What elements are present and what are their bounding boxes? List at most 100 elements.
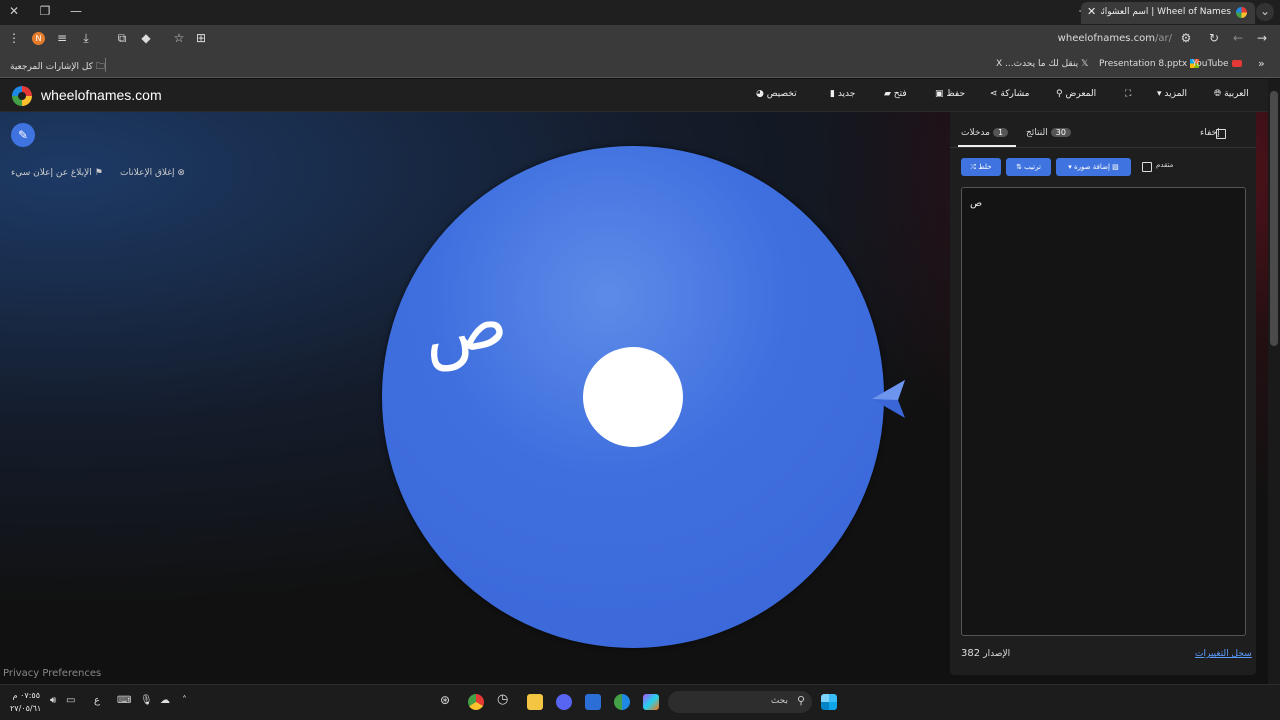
site-name[interactable]: wheelofnames.com: [41, 87, 162, 103]
privacy-preferences-link[interactable]: Privacy Preferences: [3, 668, 101, 679]
reload-icon[interactable]: ↻: [1206, 31, 1222, 45]
edit-pencil-button[interactable]: ✎: [11, 123, 35, 147]
x-logo-icon: 𝕏: [1081, 59, 1089, 69]
shuffle-icon: ⤮: [970, 163, 977, 171]
fullscreen-button[interactable]: ⛶: [1125, 89, 1131, 99]
store-icon[interactable]: [585, 694, 601, 710]
wheel-logo-icon[interactable]: [12, 86, 32, 106]
share-icon: ⋖: [990, 89, 998, 99]
browser-tab[interactable]: Wheel of Names | اسم العشوائي ✕: [1081, 2, 1255, 24]
hide-checkbox[interactable]: [1216, 129, 1226, 139]
save-icon: ▣: [935, 89, 944, 99]
keyboard-icon[interactable]: ⌨: [117, 695, 131, 706]
pencil-icon: ✎: [17, 128, 29, 142]
url-path: /ar/: [1155, 33, 1172, 44]
nav-open[interactable]: ▰ فتح: [884, 89, 907, 99]
url-host: wheelofnames.com: [1057, 33, 1156, 44]
main-area: ✎ إغلاق الإعلانات ⊗ الإبلاغ عن إعلان سيء…: [0, 112, 1268, 684]
tray-chevron-up-icon[interactable]: ˄: [182, 695, 187, 706]
sort-button[interactable]: ⇅ ترتيب: [1006, 158, 1051, 176]
nav-new[interactable]: ▮ جديد: [830, 89, 855, 99]
chevron-down-icon: ▾: [1068, 163, 1072, 171]
taskbar-search[interactable]: بحث ⚲: [668, 691, 812, 713]
add-image-button[interactable]: ▾ إضافة صورة ▨: [1056, 158, 1131, 176]
profile-avatar[interactable]: N: [32, 32, 45, 45]
tab-entries[interactable]: مدخلات 1: [961, 128, 1009, 138]
tab-close-icon[interactable]: ✕: [1087, 5, 1096, 18]
version-label: الإصدار: [983, 649, 1011, 659]
copilot-icon[interactable]: [643, 694, 659, 710]
nav-language[interactable]: 🌐︎ العربية: [1214, 89, 1249, 99]
all-bookmarks-folder[interactable]: كل الإشارات المرجعية 🗀: [10, 59, 105, 75]
download-icon[interactable]: ⤓: [78, 31, 94, 46]
tab-results[interactable]: النتائج 30: [1026, 128, 1071, 138]
window-minimize-icon[interactable]: —: [66, 4, 86, 18]
window-close-icon[interactable]: ✕: [4, 4, 24, 18]
taskbar-clock[interactable]: ٠٧:٥٥ م ٢٧/٠٥/٦١: [10, 689, 42, 715]
bookmark-presentation[interactable]: Presentation 8.pptx: [1099, 59, 1200, 69]
bookmark-youtube[interactable]: YouTube: [1192, 59, 1242, 69]
chrome-taskbar-icon[interactable]: [468, 694, 484, 710]
file-explorer-icon[interactable]: [527, 694, 543, 710]
advanced-label: متقدم: [1156, 161, 1174, 169]
nav-save[interactable]: ▣ حفظ: [935, 89, 965, 99]
nav-gallery[interactable]: ⚲ المعرض: [1056, 89, 1096, 99]
nav-share[interactable]: ⋖ مشاركة: [990, 89, 1029, 99]
clock-date: ٢٧/٠٥/٦١: [10, 704, 42, 713]
clock-app-icon[interactable]: ◷: [497, 692, 508, 707]
advanced-toggle[interactable]: متقدم: [1156, 161, 1173, 169]
forward-icon[interactable]: →: [1254, 31, 1270, 45]
scrollbar-thumb[interactable]: [1270, 91, 1278, 346]
translate-icon[interactable]: ⊞: [193, 31, 209, 45]
nav-customize-label: تخصيص: [766, 89, 797, 99]
close-ads-link[interactable]: إغلاق الإعلانات ⊗: [120, 168, 185, 178]
folder-icon: 🗀: [95, 62, 105, 72]
menu-dots-icon[interactable]: ⋮: [6, 31, 22, 45]
back-icon[interactable]: ←: [1230, 31, 1246, 45]
youtube-icon: [1231, 60, 1242, 67]
start-windows-icon[interactable]: [821, 694, 837, 710]
nav-share-label: مشاركة: [1000, 89, 1030, 99]
nav-customize[interactable]: ◕ تخصيص: [756, 89, 797, 99]
wheel-favicon-icon: [1236, 7, 1247, 18]
spin-wheel[interactable]: ص: [382, 146, 884, 648]
more-bookmarks-icon[interactable]: »: [1258, 57, 1265, 70]
bookmark-star-icon[interactable]: ☆: [171, 31, 187, 45]
nav-more-label: المزيد: [1164, 89, 1188, 99]
bookmarks-divider: [105, 58, 106, 72]
advanced-checkbox[interactable]: [1142, 162, 1152, 172]
entries-text: ص: [970, 198, 983, 209]
address-bar[interactable]: wheelofnames.com/ar/: [1058, 33, 1172, 44]
wheel-center-hub[interactable]: [583, 347, 683, 447]
tab-title: Wheel of Names | اسم العشوائي: [1101, 7, 1231, 17]
extensions-icon[interactable]: ⧉: [114, 31, 130, 46]
report-ad-link[interactable]: الإبلاغ عن إعلان سيء ⚑: [11, 168, 103, 178]
sort-icon: ⇅: [1016, 163, 1022, 171]
bookmarks-bar: كل الإشارات المرجعية 🗀 X ...ينقل لك ما ي…: [0, 53, 1280, 78]
search-icon: ⚲: [796, 694, 805, 707]
browser-title-bar: ✕ ❐ — + Wheel of Names | اسم العشوائي ✕ …: [0, 0, 1280, 25]
volume-icon[interactable]: 🔊︎: [50, 695, 56, 706]
page-scrollbar[interactable]: [1268, 79, 1280, 684]
close-ads-label: إغلاق الإعلانات: [120, 168, 175, 178]
shuffle-button[interactable]: ⤮ خلط: [961, 158, 1001, 176]
chevron-down-icon: ▾: [1157, 89, 1162, 99]
cloud-sync-icon[interactable]: ☁: [160, 695, 170, 706]
obs-app-icon[interactable]: ⊛: [440, 693, 450, 707]
site-settings-icon[interactable]: ⚙: [1178, 31, 1194, 45]
window-restore-icon[interactable]: ❐: [35, 4, 55, 18]
nav-more[interactable]: ▾ المزيد: [1157, 89, 1187, 99]
reading-list-icon[interactable]: ≡: [54, 31, 70, 45]
language-indicator[interactable]: ع: [94, 695, 100, 706]
add-image-label: إضافة صورة: [1073, 163, 1110, 171]
bookmark-x[interactable]: X ...ينقل لك ما يحدث 𝕏: [996, 59, 1088, 69]
tab-search-chevron-icon[interactable]: ⌄: [1256, 3, 1274, 21]
network-icon[interactable]: ▭: [66, 695, 75, 706]
entries-textarea[interactable]: ص: [961, 187, 1246, 636]
extension-diamond-icon[interactable]: ◆: [138, 31, 154, 45]
changelog-link[interactable]: سجل التغييرات: [1195, 649, 1252, 659]
nav-save-label: حفظ: [946, 89, 966, 99]
discord-icon[interactable]: [556, 694, 572, 710]
edge-icon[interactable]: [614, 694, 630, 710]
microphone-icon[interactable]: 🎙︎: [140, 695, 153, 706]
